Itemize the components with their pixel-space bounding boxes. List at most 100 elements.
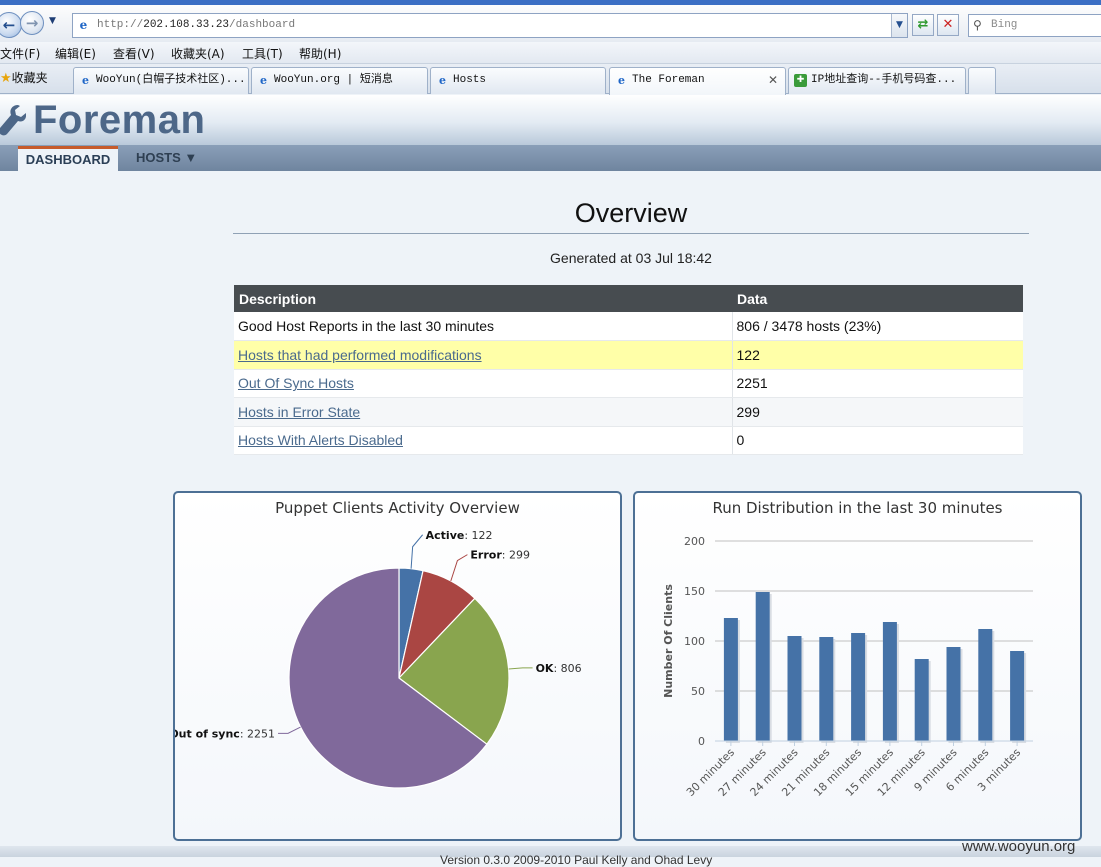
star-icon: ★ [0,71,12,86]
y-tick-label: 0 [698,735,705,748]
bar-12-minutes[interactable] [914,659,929,741]
browser-tab-hosts[interactable]: e Hosts [430,67,606,94]
ie-icon: e [82,74,89,87]
bar-30-minutes[interactable] [723,618,738,741]
menu-view[interactable]: 查看(V) [113,45,155,62]
bar-15-minutes[interactable] [882,622,897,741]
menu-favorites[interactable]: 收藏夹(A) [171,45,225,62]
error-state-hosts-link[interactable]: Hosts in Error State [238,404,360,420]
run-distribution-panel: 0 50 100 150 200 Number Of Clients 30 minutes 2… [633,491,1082,841]
favorites-button[interactable]: ★收藏夹 [0,69,48,86]
pie-label-error: Error: 299 [470,549,530,562]
table-row: Good Host Reports in the last 30 minutes… [234,312,1023,341]
menu-tools[interactable]: 工具(T) [242,45,283,62]
activity-pie-panel: Active: 122 Error: 299 OK: 806 Out of sync:… [173,491,622,841]
row-description-cell: Hosts With Alerts Disabled [234,426,733,455]
history-dropdown-icon[interactable]: ▼ [49,16,56,26]
row-data: 122 [732,340,1023,370]
pie-label-name: Error [470,549,502,562]
stop-button[interactable]: ✕ [937,14,959,36]
bar-27-minutes[interactable] [755,592,770,741]
ie-icon: e [260,74,267,87]
out-of-sync-hosts-link[interactable]: Out Of Sync Hosts [238,375,354,391]
pie-label-active: Active: 122 [426,529,493,542]
forward-button[interactable]: → [20,11,44,35]
url-dropdown-icon[interactable]: ▼ [891,14,907,37]
pie-chart-title: Puppet Clients Activity Overview [275,499,520,517]
bar-24-minutes[interactable] [787,636,802,741]
menu-help[interactable]: 帮助(H) [299,45,341,62]
pie-connector-active [410,534,424,569]
bar-21-minutes[interactable] [819,637,834,741]
search-input[interactable]: ⚲ Bing [968,14,1101,37]
wrench-icon [0,105,26,136]
close-icon[interactable]: ✕ [768,68,778,92]
pie-connector-out-of-sync [278,726,301,734]
search-icon: ⚲ [973,18,982,32]
pie-connector-ok [508,667,533,670]
bar-6-minutes[interactable] [978,629,993,741]
browser-tab-ip-lookup[interactable]: ✚ IP地址查询--手机号码查... [788,67,966,94]
ie-icon: e [439,74,446,87]
url-input[interactable]: e http://202.108.33.23/dashboard ▼ [72,13,908,38]
menu-file[interactable]: 文件(F) [0,45,40,62]
overview-table: Description Data Good Host Reports in th… [234,285,1023,455]
browser-tab-bar: ★收藏夹 e WooYun(白帽子技术社区)... e WooYun.org | 短… [0,64,1101,95]
run-distribution-chart: 050100150200Number Of Clients30 minutes2… [662,535,1033,799]
pie-label-name: OK [536,662,554,675]
alerts-disabled-hosts-link[interactable]: Hosts With Alerts Disabled [238,432,403,448]
tab-dashboard[interactable]: DASHBOARD [18,146,118,171]
generated-timestamp: Generated at 03 Jul 18:42 [550,250,712,266]
pie-label-name: Active [426,529,465,542]
pie-label-out-of-sync: Out of sync: 2251 [175,727,275,740]
pie-label-value: : 122 [464,529,492,542]
y-tick-label: 50 [691,685,705,698]
browser-tab-foreman[interactable]: e The Foreman ✕ [609,67,786,95]
pie-label-ok: OK: 806 [536,662,582,675]
bar-18-minutes[interactable] [851,633,866,741]
table-row: Out Of Sync Hosts 2251 [234,369,1023,398]
column-header-description: Description [234,285,732,312]
tab-hosts[interactable]: HOSTS ▼ [136,146,197,171]
new-tab-button[interactable] [968,67,996,94]
table-row: Hosts that had performed modifications 1… [234,340,1023,370]
bar-9-minutes[interactable] [946,647,961,741]
modified-hosts-link[interactable]: Hosts that had performed modifications [238,347,482,363]
menu-edit[interactable]: 编辑(E) [55,45,96,62]
search-placeholder: Bing [991,19,1018,31]
browser-address-bar: ← → ▼ e http://202.108.33.23/dashboard ▼… [0,0,1101,42]
page-title: Overview [574,198,688,228]
row-description-cell: Hosts in Error State [234,397,733,427]
title-divider [233,233,1029,234]
browser-tab-wooyun[interactable]: e WooYun(白帽子技术社区)... [73,67,249,94]
column-header-data: Data [732,285,1023,312]
table-row: Hosts in Error State 299 [234,397,1023,427]
pie-label-value: : 806 [553,662,581,675]
app-nav-bar: DASHBOARD HOSTS ▼ [0,145,1101,171]
bar-chart-title: Run Distribution in the last 30 minutes [712,499,1003,517]
footer-version: Version 0.3.0 2009-2010 Paul Kelly and O… [440,853,713,867]
refresh-button[interactable]: ⇄ [912,14,934,36]
y-axis-title: Number Of Clients [662,584,675,698]
bar-3-minutes[interactable] [1010,651,1025,741]
row-data: 0 [732,426,1023,455]
row-data: 2251 [732,369,1023,398]
y-tick-label: 100 [684,635,705,648]
watermark: www.wooyun.org [962,838,1076,855]
pie-label-name: Out of sync [175,727,240,740]
ip-icon: ✚ [794,74,807,87]
browser-tab-wooyun-messages[interactable]: e WooYun.org | 短消息 [251,67,428,94]
row-data: 299 [732,397,1023,427]
back-button[interactable]: ← [0,12,22,38]
pie-connector-error [450,554,468,582]
table-row: Hosts With Alerts Disabled 0 [234,426,1023,455]
ie-page-icon: e [79,18,88,32]
row-data: 806 / 3478 hosts (23%) [732,312,1023,341]
browser-menu-bar: 文件(F) 编辑(E) 查看(V) 收藏夹(A) 工具(T) 帮助(H) [0,42,1101,64]
pie-label-value: : 299 [502,549,530,562]
activity-pie-chart: Active: 122 Error: 299 OK: 806 Out of sync:… [175,529,582,789]
app-header: Foreman [0,95,1101,145]
url-text: http://202.108.33.23/dashboard [97,19,296,31]
y-tick-label: 200 [684,535,705,548]
pie-label-value: : 2251 [240,727,275,740]
